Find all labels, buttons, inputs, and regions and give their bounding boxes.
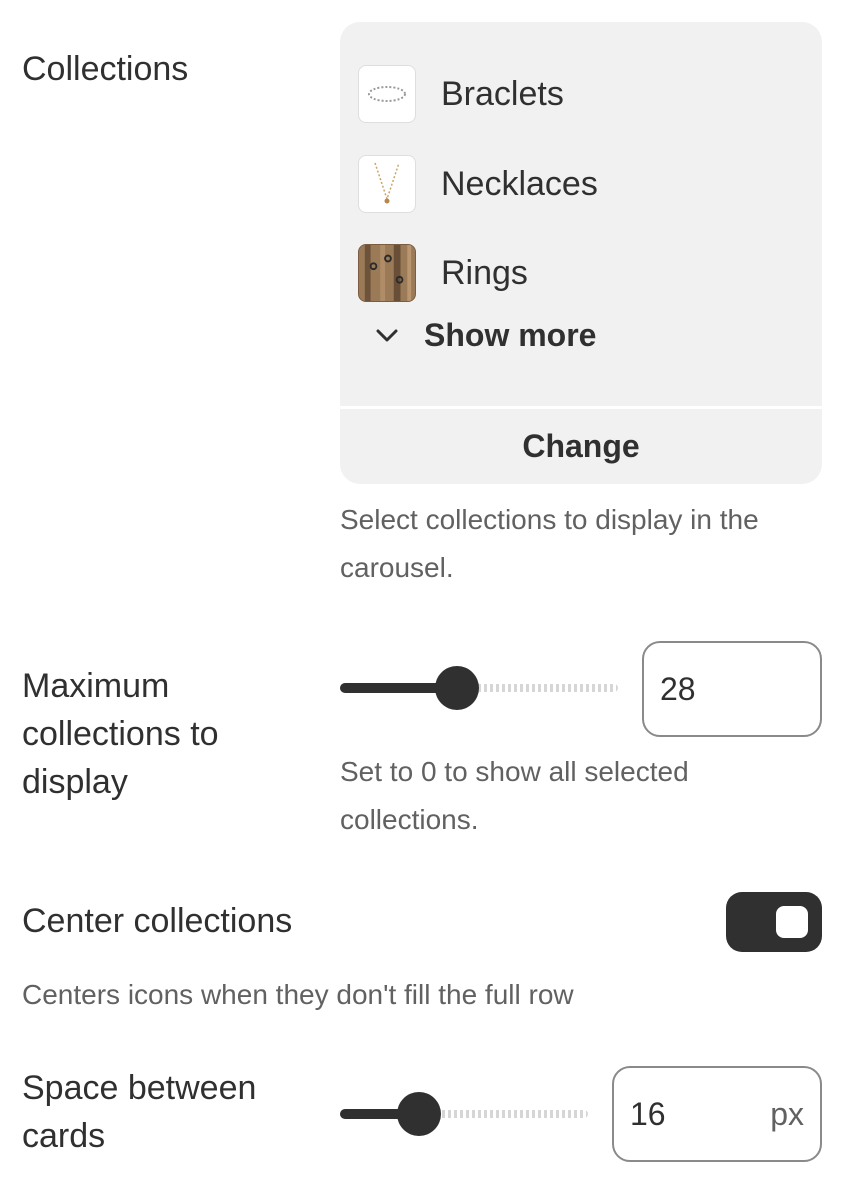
show-more-button[interactable]: Show more: [370, 310, 596, 360]
collection-item-label: Rings: [441, 253, 528, 292]
toggle-knob: [776, 906, 808, 938]
max-collections-help-text: Set to 0 to show all selected collection…: [340, 756, 689, 835]
space-between-cards-field[interactable]: px: [612, 1066, 822, 1162]
slider-thumb[interactable]: [397, 1092, 441, 1136]
center-collections-label: Center collections: [22, 902, 293, 940]
max-collections-input[interactable]: [660, 670, 804, 708]
collection-item-rings[interactable]: Rings: [358, 243, 798, 303]
unit-suffix: px: [770, 1095, 804, 1132]
collection-item-label: Necklaces: [441, 164, 598, 203]
collections-help-text: Select collections to display in the car…: [340, 504, 759, 583]
collection-item-label: Braclets: [441, 74, 564, 113]
max-collections-slider[interactable]: [340, 666, 618, 710]
necklace-thumbnail-icon: [358, 155, 416, 213]
collection-item-necklaces[interactable]: Necklaces: [358, 154, 798, 214]
show-more-label: Show more: [424, 316, 597, 353]
space-between-cards-slider[interactable]: [340, 1092, 588, 1136]
collections-label: Collections: [22, 50, 189, 88]
change-collections-button[interactable]: Change: [340, 409, 822, 484]
slider-thumb[interactable]: [435, 666, 479, 710]
max-collections-field[interactable]: [642, 641, 822, 737]
center-collections-help-text: Centers icons when they don't fill the f…: [22, 979, 574, 1010]
space-between-cards-input[interactable]: [630, 1095, 771, 1133]
space-between-cards-label: Space between cards: [22, 1069, 257, 1155]
rings-thumbnail-icon: [358, 244, 416, 302]
chevron-down-icon: [376, 329, 398, 342]
max-collections-label: Maximum collections to display: [22, 667, 219, 801]
collections-card: Braclets Necklaces Rings Show more Chang…: [340, 22, 822, 484]
bracelet-thumbnail-icon: [358, 65, 416, 123]
center-collections-toggle[interactable]: [726, 892, 822, 952]
collection-item-braclets[interactable]: Braclets: [358, 64, 798, 124]
